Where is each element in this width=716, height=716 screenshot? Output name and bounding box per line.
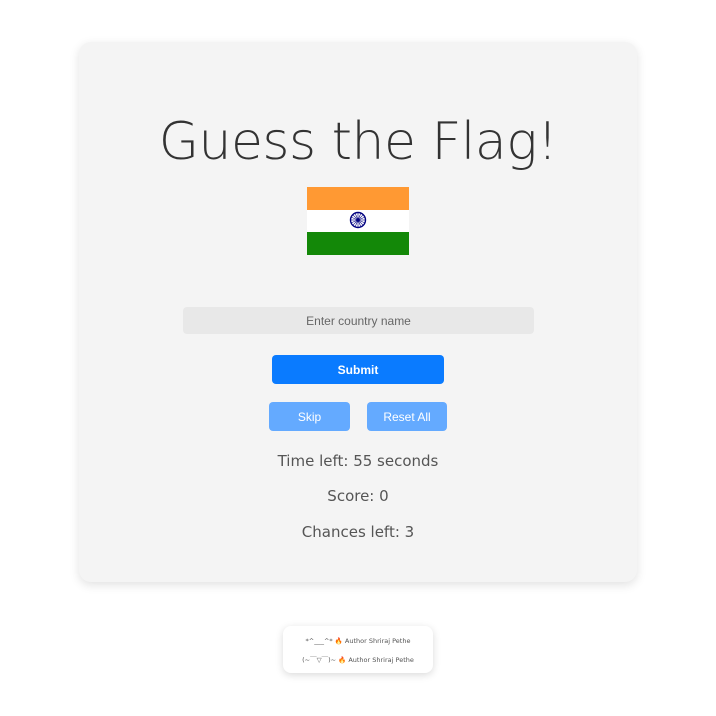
time-left-text: Time left: 55 seconds xyxy=(277,452,439,470)
submit-button[interactable]: Submit xyxy=(272,355,444,384)
skip-button[interactable]: Skip xyxy=(269,402,350,431)
reset-all-button[interactable]: Reset All xyxy=(367,402,447,431)
page-title: Guess the Flag! xyxy=(158,112,558,172)
flag-green-band xyxy=(307,232,409,255)
author-credit-line: *^___^* 🔥 Author Shriraj Pethe xyxy=(305,637,411,645)
india-flag-image xyxy=(307,187,409,255)
flag-white-band xyxy=(307,209,409,233)
ashoka-chakra-icon xyxy=(349,211,367,228)
author-credit-line: (~￣▽￣)~ 🔥 Author Shriraj Pethe xyxy=(302,656,414,664)
chances-left-text: Chances left: 3 xyxy=(301,523,415,541)
game-card: Guess the Flag! Submit Ski xyxy=(79,42,637,582)
score-text: Score: 0 xyxy=(327,487,389,505)
author-credit-card: *^___^* 🔥 Author Shriraj Pethe (~￣▽￣)~ 🔥… xyxy=(283,626,433,673)
flag-saffron-band xyxy=(307,187,409,210)
country-name-input[interactable] xyxy=(183,307,534,334)
